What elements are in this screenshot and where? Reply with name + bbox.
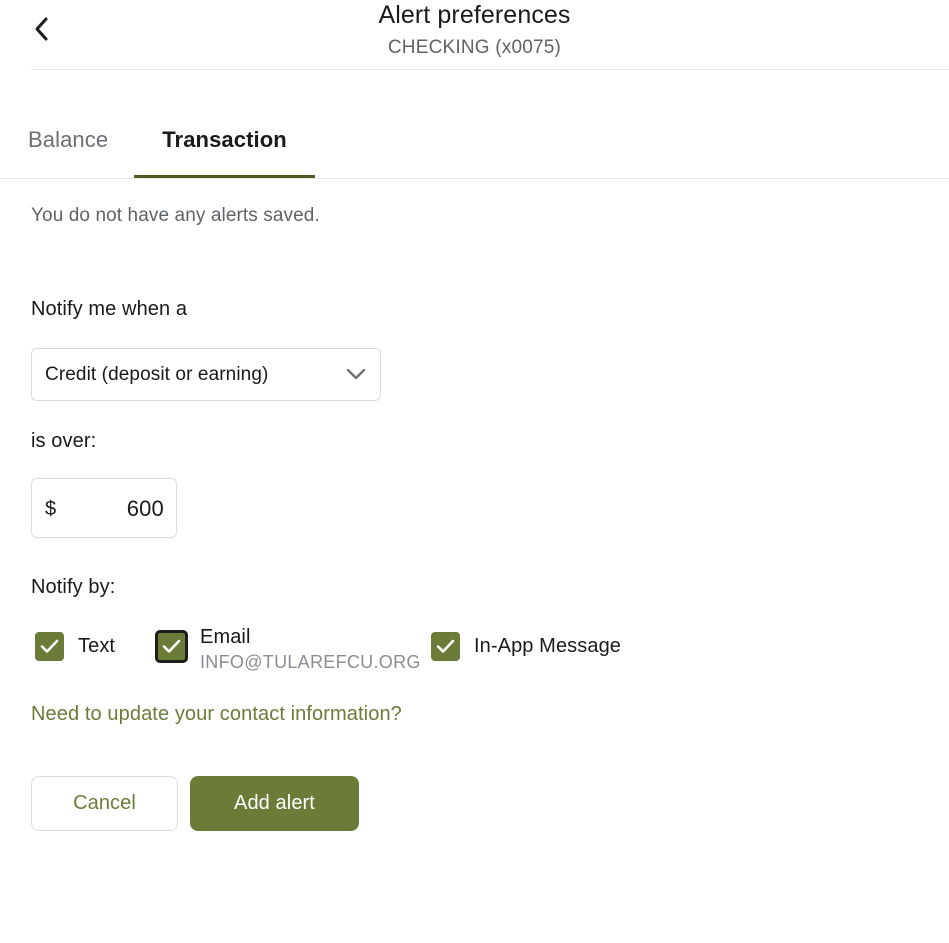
amount-value: 600 — [126, 496, 164, 521]
checkbox-in-app[interactable] — [431, 632, 460, 661]
cancel-button[interactable]: Cancel — [31, 776, 178, 831]
tab-transaction[interactable]: Transaction — [134, 112, 315, 178]
notify-option-email[interactable]: Email INFO@TULAREFCU.ORG — [155, 624, 421, 675]
tab-bar: Balance Transaction — [0, 112, 949, 178]
condition-label: is over: — [31, 430, 97, 452]
tab-balance[interactable]: Balance — [22, 112, 114, 178]
header-divider — [31, 69, 949, 70]
notify-option-email-label: Email — [200, 626, 251, 648]
notify-option-text[interactable]: Text — [35, 624, 115, 661]
notify-option-in-app-label: In-App Message — [474, 635, 622, 657]
notify-option-text-label: Text — [78, 635, 116, 657]
alert-type-select[interactable]: Credit (deposit or earning) — [31, 348, 381, 401]
amount-input[interactable]: $ 600 — [31, 478, 177, 538]
page-title: Alert preferences — [378, 1, 571, 29]
alert-type-value: Credit (deposit or earning) — [45, 364, 269, 385]
currency-symbol: $ — [45, 498, 57, 520]
notify-by-options: Text Email INFO@TULAREFCU.ORG In-App Mes… — [0, 624, 949, 684]
check-icon — [40, 639, 59, 653]
check-icon — [436, 639, 455, 653]
checkbox-text[interactable] — [35, 632, 64, 661]
chevron-down-icon — [346, 368, 366, 386]
notify-by-label: Notify by: — [31, 576, 116, 598]
checkbox-email[interactable] — [155, 630, 188, 663]
empty-state-message: You do not have any alerts saved. — [31, 205, 320, 226]
update-contact-info-link[interactable]: Need to update your contact information? — [31, 701, 402, 727]
check-icon — [162, 639, 181, 653]
page-header: Alert preferences CHECKING (x0075) — [0, 0, 949, 70]
account-subtitle: CHECKING (x0075) — [387, 37, 562, 58]
notify-option-in-app[interactable]: In-App Message — [431, 624, 621, 661]
notify-when-label: Notify me when a — [31, 298, 188, 320]
tabs-divider — [0, 178, 949, 179]
add-alert-button[interactable]: Add alert — [190, 776, 359, 831]
notify-option-email-address: INFO@TULAREFCU.ORG — [200, 652, 421, 672]
